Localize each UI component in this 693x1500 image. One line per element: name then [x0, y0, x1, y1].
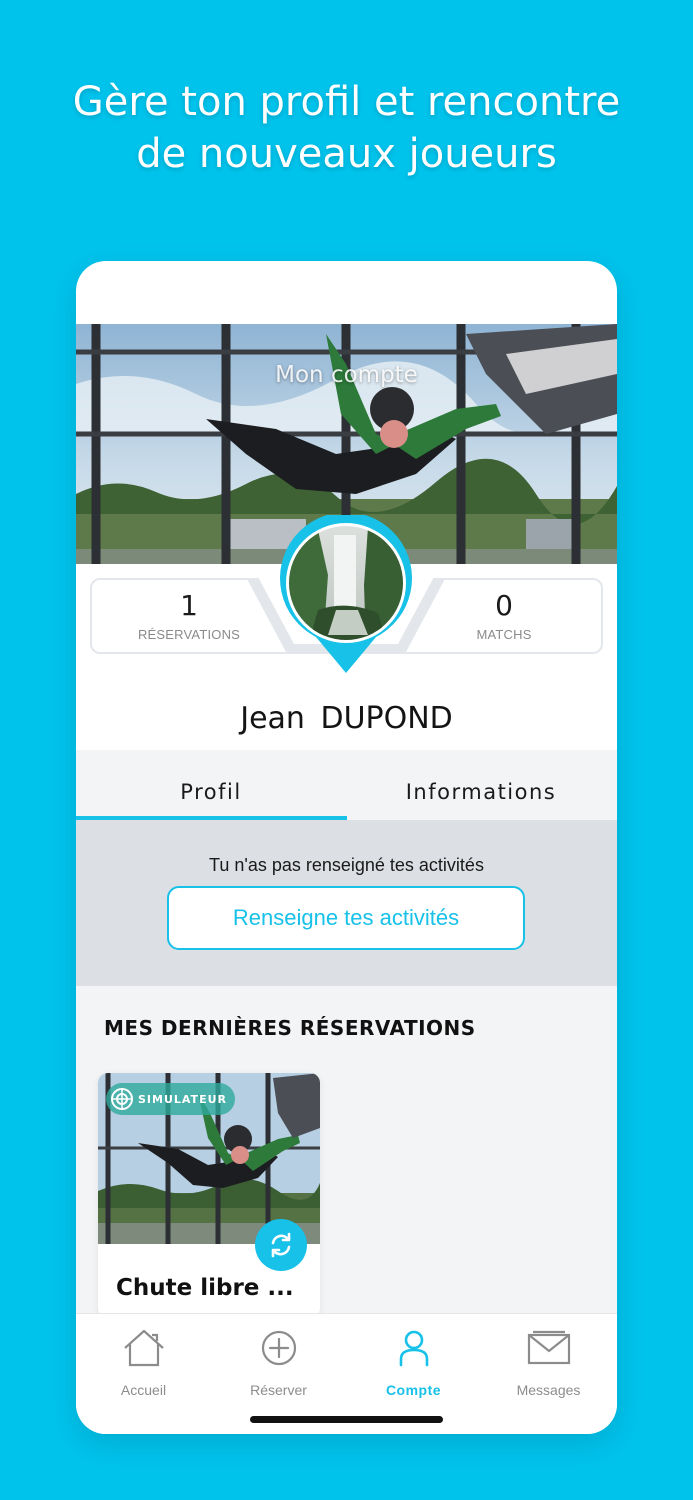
plus-circle-icon: [261, 1330, 296, 1366]
nav-messages-label: Messages: [516, 1382, 581, 1398]
nav-compte[interactable]: Compte: [346, 1326, 481, 1398]
nav-reserver-label: Réserver: [250, 1382, 307, 1398]
headline-line-2: de nouveaux joueurs: [136, 131, 557, 177]
simulateur-badge: SIMULATEUR: [106, 1083, 235, 1115]
nav-accueil-label: Accueil: [120, 1382, 167, 1398]
tab-profil[interactable]: Profil: [76, 750, 346, 820]
profile-name: Jean DUPOND: [76, 701, 617, 736]
section-title: MES DERNIÈRES RÉSERVATIONS: [104, 1016, 476, 1040]
activities-empty-message: Tu n'as pas renseigné tes activités: [209, 855, 484, 875]
avatar[interactable]: [278, 515, 414, 675]
phone-screen: Mon compte 1 RÉSERVATIONS 0 MATCHS Jean …: [76, 261, 617, 1434]
marketing-headline: Gère ton profil et rencontre de nouveaux…: [0, 76, 693, 180]
mail-icon: [527, 1330, 570, 1365]
target-icon: [111, 1088, 133, 1110]
tab-informations[interactable]: Informations: [346, 750, 616, 820]
nav-compte-label: Compte: [385, 1382, 442, 1398]
first-name: Jean: [240, 701, 305, 736]
bottom-tab-bar: Accueil Réserver Compte Messages: [76, 1313, 617, 1434]
activities-section: Tu n'as pas renseigné tes activités Rens…: [76, 820, 617, 986]
home-icon: [123, 1329, 164, 1367]
badge-label: SIMULATEUR: [138, 1092, 227, 1106]
home-indicator[interactable]: [250, 1416, 443, 1423]
page-title: Mon compte: [275, 362, 418, 388]
fill-activities-button[interactable]: Renseigne tes activités: [167, 886, 525, 950]
last-name: DUPOND: [320, 701, 453, 736]
profile-tabs: Profil Informations: [76, 750, 617, 820]
rebook-button[interactable]: [255, 1219, 307, 1271]
refresh-icon: [271, 1232, 291, 1258]
reservation-card[interactable]: SIMULATEUR Chute libre ...: [98, 1073, 320, 1318]
user-icon: [399, 1330, 428, 1367]
nav-reserver[interactable]: Réserver: [211, 1326, 346, 1398]
reservation-title: Chute libre ...: [116, 1275, 294, 1301]
headline-line-1: Gère ton profil et rencontre: [72, 79, 621, 125]
nav-accueil[interactable]: Accueil: [76, 1326, 211, 1398]
recent-reservations-section: MES DERNIÈRES RÉSERVATIONS SIMULATEUR Ch…: [76, 986, 617, 1318]
nav-messages[interactable]: Messages: [481, 1326, 616, 1398]
